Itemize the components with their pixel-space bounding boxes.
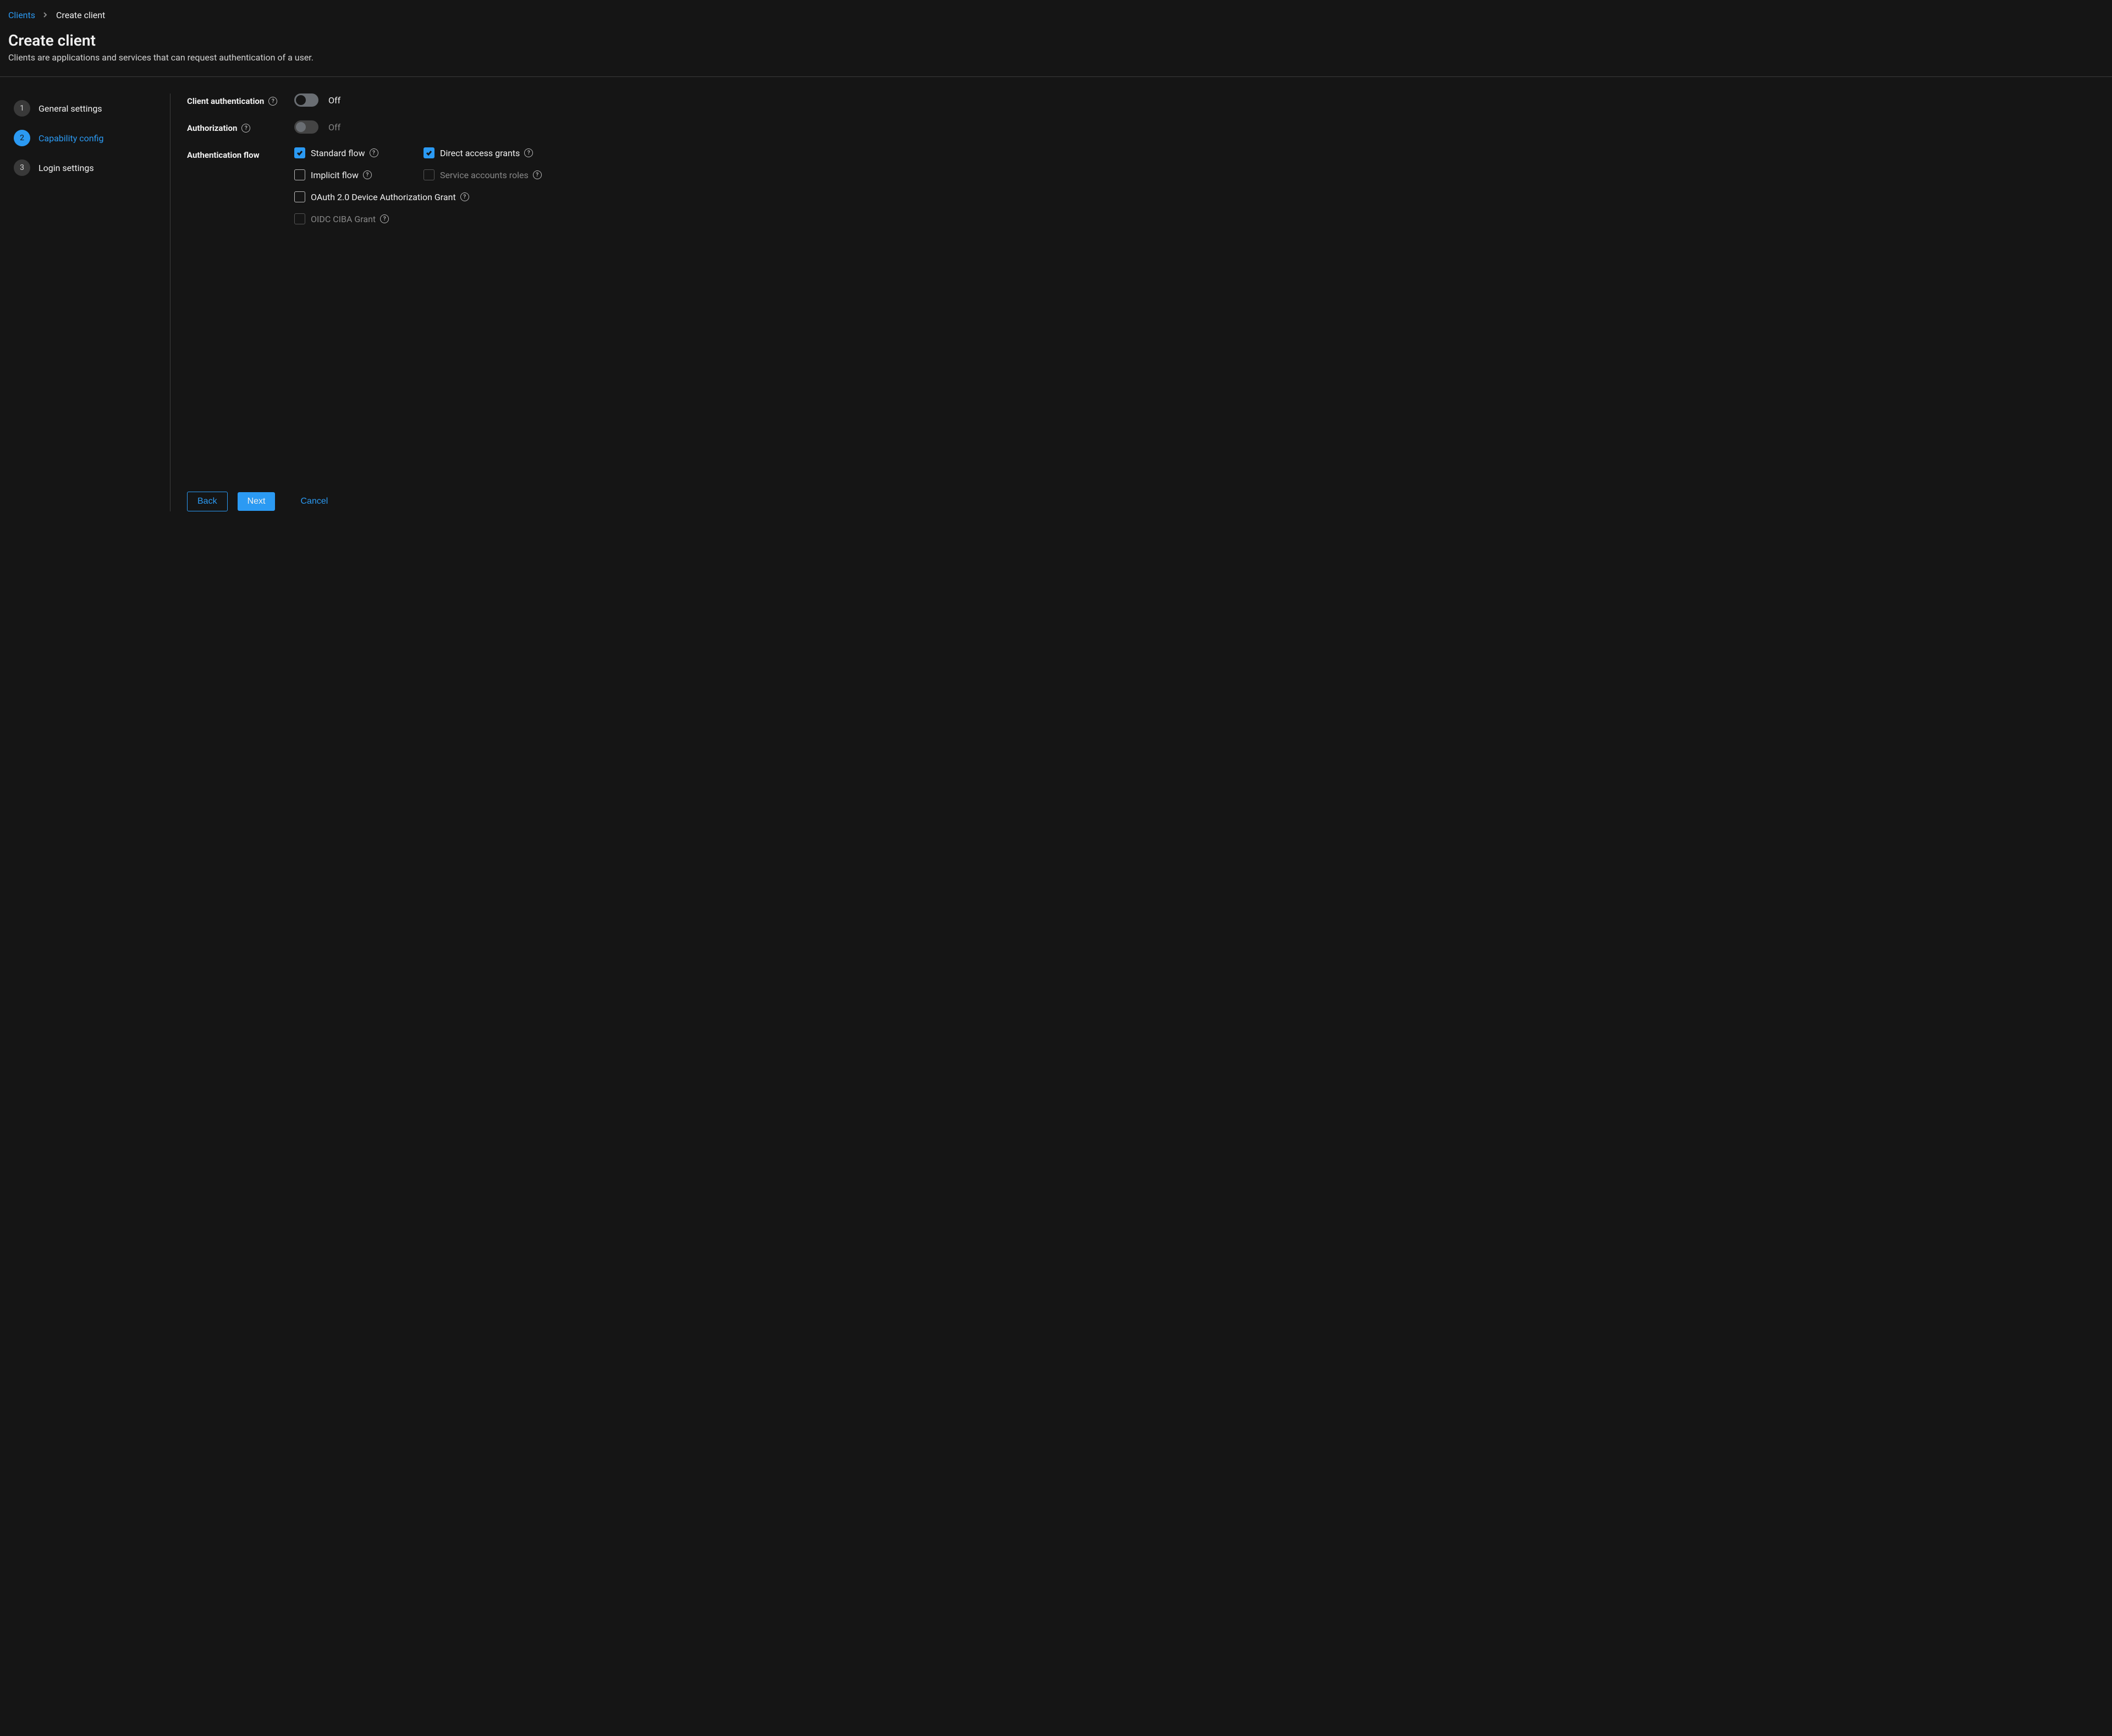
checkbox-service-accounts-roles — [424, 169, 435, 180]
label-text: Standard flow — [311, 148, 365, 158]
checkbox-item-service-accounts-roles: Service accounts roles ? — [424, 169, 542, 180]
breadcrumb-clients-link[interactable]: Clients — [8, 10, 35, 20]
checkbox-implicit-flow[interactable] — [294, 169, 305, 180]
checkbox-label: Standard flow ? — [311, 148, 378, 158]
form-control-col: Off — [294, 93, 340, 107]
help-icon[interactable]: ? — [380, 214, 389, 223]
main-container: 1 General settings 2 Capability config 3… — [0, 77, 2112, 528]
check-icon — [426, 150, 432, 156]
checkbox-item-implicit-flow: Implicit flow ? — [294, 169, 418, 180]
client-authentication-label: Client authentication ? — [187, 96, 277, 106]
checkbox-standard-flow[interactable] — [294, 147, 305, 158]
form-label-col: Authorization ? — [187, 120, 294, 133]
step-label: General settings — [38, 103, 102, 114]
help-icon[interactable]: ? — [241, 124, 250, 133]
step-number: 3 — [14, 159, 30, 176]
client-authentication-row: Client authentication ? Off — [187, 93, 2104, 107]
help-icon[interactable]: ? — [533, 170, 542, 179]
page-subtitle: Clients are applications and services th… — [8, 52, 2104, 63]
step-label: Login settings — [38, 163, 94, 173]
checkbox-oauth-device-grant[interactable] — [294, 191, 305, 202]
wizard-steps: 1 General settings 2 Capability config 3… — [8, 93, 170, 511]
checkbox-item-standard-flow: Standard flow ? — [294, 147, 418, 158]
help-icon[interactable]: ? — [460, 192, 469, 201]
switch-handle — [296, 95, 306, 105]
help-icon[interactable]: ? — [524, 148, 533, 157]
label-text: Client authentication — [187, 96, 264, 106]
step-label: Capability config — [38, 133, 103, 144]
help-icon[interactable]: ? — [363, 170, 372, 179]
step-number: 1 — [14, 100, 30, 117]
breadcrumb-current: Create client — [56, 10, 105, 20]
help-icon[interactable]: ? — [268, 97, 277, 106]
authorization-row: Authorization ? Off — [187, 120, 2104, 134]
label-text: Service accounts roles — [440, 170, 529, 180]
checkbox-label: Service accounts roles ? — [440, 170, 542, 180]
help-icon[interactable]: ? — [370, 148, 378, 157]
back-button[interactable]: Back — [187, 492, 228, 511]
check-icon — [296, 150, 303, 156]
authentication-flow-row: Authentication flow Standard flow ? — [187, 147, 2104, 224]
label-text: Implicit flow — [311, 170, 359, 180]
next-button[interactable]: Next — [238, 492, 276, 511]
authorization-label: Authorization ? — [187, 123, 250, 133]
checkbox-grid: Standard flow ? Direct access grants ? — [294, 147, 542, 224]
page-header: Clients Create client Create client Clie… — [0, 0, 2112, 77]
form-footer: Back Next Cancel — [187, 481, 2104, 511]
checkbox-direct-access-grants[interactable] — [424, 147, 435, 158]
switch-handle — [296, 122, 306, 132]
checkbox-label: OAuth 2.0 Device Authorization Grant ? — [311, 192, 469, 202]
authorization-toggle — [294, 120, 318, 134]
page-title: Create client — [8, 31, 2104, 49]
switch-value: Off — [328, 95, 340, 106]
form-container: Client authentication ? Off Authorizatio… — [170, 93, 2104, 511]
breadcrumb: Clients Create client — [8, 10, 2104, 20]
checkbox-item-oauth-device-grant: OAuth 2.0 Device Authorization Grant ? — [294, 191, 542, 202]
step-number: 2 — [14, 130, 30, 146]
checkbox-oidc-ciba-grant — [294, 213, 305, 224]
form-label-col: Authentication flow — [187, 147, 294, 160]
checkbox-item-oidc-ciba-grant: OIDC CIBA Grant ? — [294, 213, 542, 224]
authentication-flow-label: Authentication flow — [187, 150, 260, 160]
checkbox-item-direct-access-grants: Direct access grants ? — [424, 147, 542, 158]
label-text: Authentication flow — [187, 150, 260, 160]
chevron-right-icon — [43, 12, 48, 19]
wizard-step-capability-config[interactable]: 2 Capability config — [8, 123, 153, 153]
wizard-step-login-settings[interactable]: 3 Login settings — [8, 153, 153, 183]
label-text: OIDC CIBA Grant — [311, 214, 376, 224]
cancel-button[interactable]: Cancel — [285, 492, 343, 511]
checkbox-label: Implicit flow ? — [311, 170, 372, 180]
checkbox-label: OIDC CIBA Grant ? — [311, 214, 389, 224]
form-control-col: Off — [294, 120, 340, 134]
client-authentication-toggle[interactable] — [294, 93, 318, 107]
label-text: OAuth 2.0 Device Authorization Grant — [311, 192, 456, 202]
form-fields: Client authentication ? Off Authorizatio… — [187, 93, 2104, 481]
checkbox-label: Direct access grants ? — [440, 148, 533, 158]
switch-value: Off — [328, 122, 340, 133]
wizard-step-general-settings[interactable]: 1 General settings — [8, 93, 153, 123]
label-text: Authorization — [187, 123, 237, 133]
form-label-col: Client authentication ? — [187, 93, 294, 106]
label-text: Direct access grants — [440, 148, 520, 158]
